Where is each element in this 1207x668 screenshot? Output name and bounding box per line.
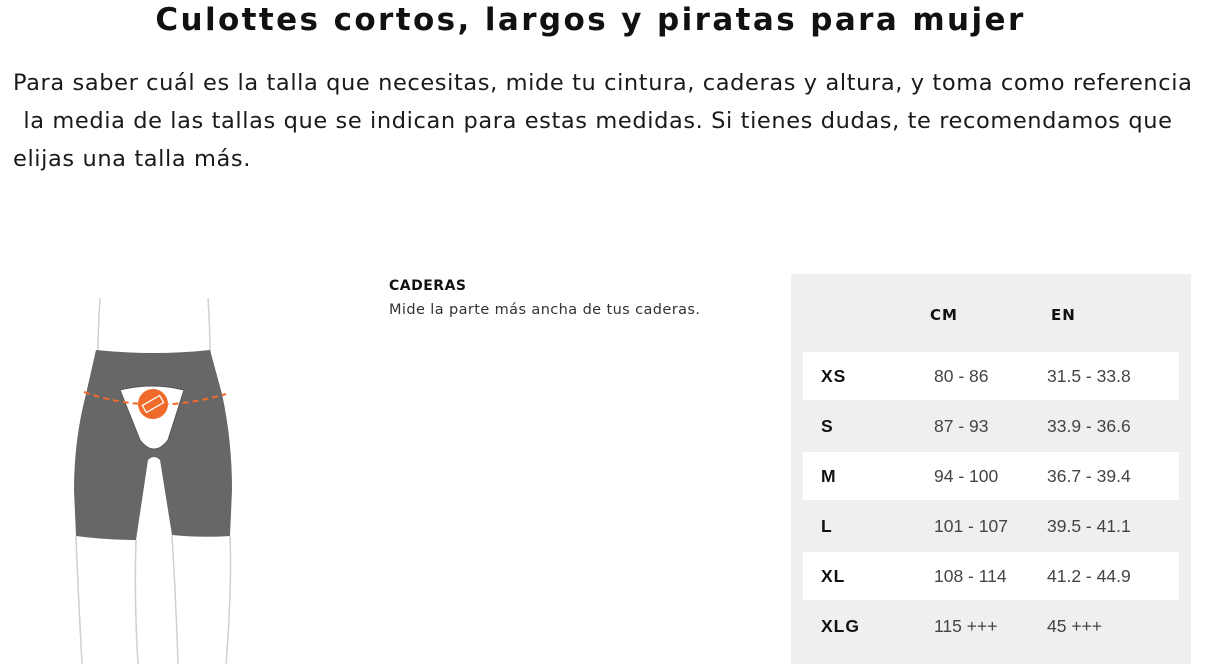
table-row: S 87 - 93 33.9 - 36.6: [803, 402, 1179, 450]
intro-line: Para saber cuál es la talla que necesita…: [13, 70, 1193, 96]
page-title: Culottes cortos, largos y piratas para m…: [155, 2, 1026, 38]
intro-line: la media de las tallas que se indican pa…: [23, 108, 1173, 134]
intro-text: Para saber cuál es la talla que necesita…: [13, 64, 1193, 178]
hip-measurement-illustration: [60, 290, 260, 665]
table-row: L 101 - 107 39.5 - 41.1: [803, 502, 1179, 550]
header-cm: CM: [930, 306, 958, 324]
header-en: EN: [1051, 306, 1076, 324]
size-cm-value: 94 - 100: [934, 466, 999, 486]
ruler-icon: [138, 389, 168, 419]
measurement-instructions: CADERAS Mide la parte más ancha de tus c…: [389, 278, 769, 318]
body-figure: [74, 297, 232, 665]
size-en-value: 36.7 - 39.4: [1047, 466, 1131, 486]
size-table-header: CM EN: [791, 306, 1191, 326]
size-en-value: 45 +++: [1047, 616, 1102, 636]
size-cm-value: 115 +++: [934, 616, 998, 636]
size-cm-value: 108 - 114: [934, 566, 1007, 586]
size-label: XS: [821, 366, 847, 386]
size-label: XL: [821, 566, 846, 586]
intro-line: elijas una talla más.: [13, 146, 251, 172]
table-row: XS 80 - 86 31.5 - 33.8: [803, 352, 1179, 400]
size-label: L: [821, 516, 833, 536]
size-label: XLG: [821, 616, 860, 636]
size-table: CM EN XS 80 - 86 31.5 - 33.8 S 87 - 93 3…: [791, 274, 1191, 664]
size-en-value: 39.5 - 41.1: [1047, 516, 1131, 536]
measure-title: CADERAS: [389, 278, 467, 294]
size-en-value: 33.9 - 36.6: [1047, 416, 1131, 436]
table-row: XL 108 - 114 41.2 - 44.9: [803, 552, 1179, 600]
size-cm-value: 101 - 107: [934, 516, 1008, 536]
size-en-value: 31.5 - 33.8: [1047, 366, 1131, 386]
measure-description: Mide la parte más ancha de tus caderas.: [389, 302, 701, 318]
size-cm-value: 87 - 93: [934, 416, 989, 436]
size-label: S: [821, 416, 834, 436]
table-row: M 94 - 100 36.7 - 39.4: [803, 452, 1179, 500]
table-row: XLG 115 +++ 45 +++: [803, 602, 1179, 650]
size-cm-value: 80 - 86: [934, 366, 989, 386]
size-label: M: [821, 466, 837, 486]
size-en-value: 41.2 - 44.9: [1047, 566, 1131, 586]
